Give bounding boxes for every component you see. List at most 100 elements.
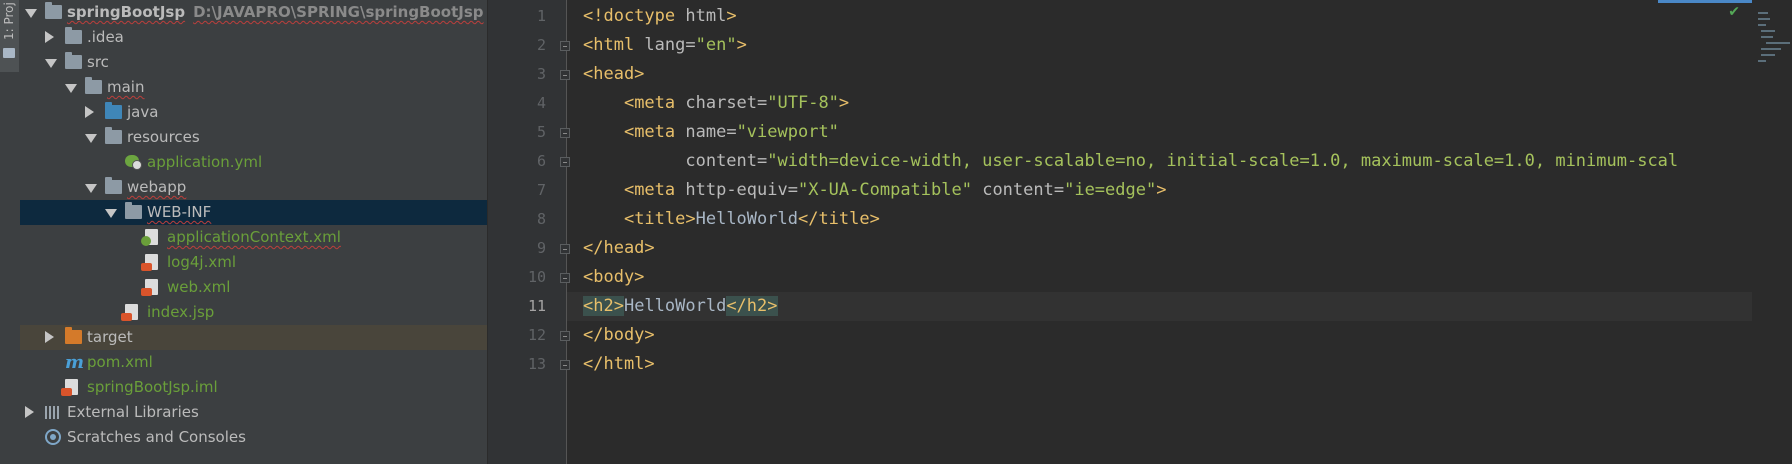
resources-folder-icon — [105, 127, 122, 144]
tree-item[interactable]: log4j.xml — [20, 250, 487, 275]
line-number: 3 — [536, 65, 546, 83]
code-token: > — [736, 35, 747, 55]
code-line[interactable]: <head> — [567, 60, 1752, 89]
code-line[interactable]: </html> — [567, 350, 1752, 379]
tree-item-label: springBootJsp D:\JAVAPRO\SPRING\springBoo… — [67, 3, 484, 21]
tree-item[interactable]: External Libraries — [20, 400, 487, 425]
code-token: <meta — [623, 180, 686, 200]
tree-item-label: Scratches and Consoles — [67, 428, 246, 446]
expand-arrow-down-icon[interactable] — [105, 209, 117, 218]
spring-yml-file-icon — [125, 155, 142, 170]
tree-item-label: index.jsp — [147, 303, 215, 321]
check-icon[interactable]: ✔ — [1728, 4, 1740, 20]
code-token: <meta — [623, 93, 686, 113]
tree-item[interactable]: .idea — [20, 25, 487, 50]
tree-item[interactable]: WEB-INF — [20, 200, 487, 225]
line-number: 11 — [527, 297, 546, 315]
module-folder-icon — [45, 2, 62, 19]
tree-item-label: target — [87, 328, 133, 346]
code-token: > — [1156, 180, 1167, 200]
line-number: 7 — [536, 181, 546, 199]
code-line[interactable]: </body> — [567, 321, 1752, 350]
expand-arrow-down-icon[interactable] — [25, 9, 37, 18]
code-token: charset= — [685, 93, 768, 113]
tree-item[interactable]: java — [20, 100, 487, 125]
code-token: </body> — [583, 325, 655, 345]
iml-file-icon — [61, 379, 78, 396]
code-editor[interactable]: 1 2 3 4 5 6 7 8 9 10 11 12 13 <!doctype html> <html l… — [488, 0, 1792, 464]
tree-item[interactable]: springBootJsp.iml — [20, 375, 487, 400]
line-number: 2 — [536, 36, 546, 54]
tree-item-label: webapp — [127, 178, 187, 196]
tree-item[interactable]: webapp — [20, 175, 487, 200]
code-line[interactable]: content="width=device-width, user-scalab… — [567, 147, 1752, 176]
tree-item-label: applicationContext.xml — [167, 228, 341, 246]
tree-item-label: application.yml — [147, 153, 263, 171]
folder-icon — [3, 48, 15, 58]
tree-item[interactable]: springBootJsp D:\JAVAPRO\SPRING\springBoo… — [20, 0, 487, 25]
tree-item-label: src — [87, 53, 109, 71]
code-line[interactable]: <!doctype html> — [567, 2, 1752, 31]
code-token: "en" — [695, 35, 737, 55]
tree-item[interactable]: web.xml — [20, 275, 487, 300]
tree-item-label: main — [107, 78, 145, 96]
code-token: <body> — [583, 267, 645, 287]
code-line[interactable]: <meta http-equiv="X-UA-Compatible" conte… — [567, 176, 1752, 205]
tree-item[interactable]: main — [20, 75, 487, 100]
code-token: content= — [971, 180, 1065, 200]
project-tool-tab-label: 1: Project — [2, 2, 16, 40]
code-token: <title> — [623, 209, 696, 229]
code-token: > — [726, 6, 737, 26]
tree-item-label: pom.xml — [87, 353, 153, 371]
expand-arrow-down-icon[interactable] — [85, 134, 97, 143]
project-tree-panel: springBootJsp D:\JAVAPRO\SPRING\springBoo… — [20, 0, 488, 464]
tree-item-label: .idea — [87, 28, 124, 46]
tree-item-label: WEB-INF — [147, 203, 212, 221]
tree-item-label: External Libraries — [67, 403, 199, 421]
xml-file-icon — [141, 254, 158, 271]
tree-item[interactable]: Scratches and Consoles — [20, 425, 487, 450]
tree-item[interactable]: index.jsp — [20, 300, 487, 325]
code-line[interactable]: <meta charset="UTF-8"> — [567, 89, 1752, 118]
tree-item[interactable]: src — [20, 50, 487, 75]
line-number: 13 — [527, 355, 546, 373]
expand-arrow-right-icon[interactable] — [85, 106, 94, 118]
code-line[interactable]: </head> — [567, 234, 1752, 263]
code-token: </head> — [583, 238, 655, 258]
expand-arrow-down-icon[interactable] — [85, 184, 97, 193]
code-token: http-equiv= — [685, 180, 798, 200]
code-token: html — [685, 6, 727, 26]
code-line[interactable]: <meta name="viewport" — [567, 118, 1752, 147]
tree-item[interactable]: applicationContext.xml — [20, 225, 487, 250]
code-line[interactable]: <body> — [567, 263, 1752, 292]
tree-item[interactable]: m pom.xml — [20, 350, 487, 375]
code-token: </h2> — [726, 296, 778, 316]
folder-icon — [85, 77, 102, 94]
project-tool-tab[interactable]: 1: Project — [0, 0, 19, 72]
expand-arrow-right-icon[interactable] — [25, 406, 34, 418]
expand-arrow-right-icon[interactable] — [45, 331, 54, 343]
code-token: "ie=edge" — [1064, 180, 1157, 200]
scratches-icon — [45, 429, 61, 445]
tree-item[interactable]: resources — [20, 125, 487, 150]
tree-item[interactable]: target — [20, 325, 487, 350]
code-line[interactable]: <html lang="en"> — [567, 31, 1752, 60]
code-line[interactable]: <h2>HelloWorld</h2> — [567, 292, 1752, 321]
line-number: 8 — [536, 210, 546, 228]
tree-item-label: resources — [127, 128, 200, 146]
code-line[interactable]: <title>HelloWorld</title> — [567, 205, 1752, 234]
expand-arrow-down-icon[interactable] — [45, 59, 57, 68]
expand-arrow-right-icon[interactable] — [45, 31, 54, 43]
code-token: name= — [685, 122, 737, 142]
code-token: > — [838, 93, 850, 113]
folder-icon — [65, 27, 82, 44]
excluded-folder-icon — [65, 327, 82, 344]
tree-item[interactable]: application.yml — [20, 150, 487, 175]
code-minimap[interactable] — [1752, 0, 1792, 464]
expand-arrow-down-icon[interactable] — [65, 84, 77, 93]
